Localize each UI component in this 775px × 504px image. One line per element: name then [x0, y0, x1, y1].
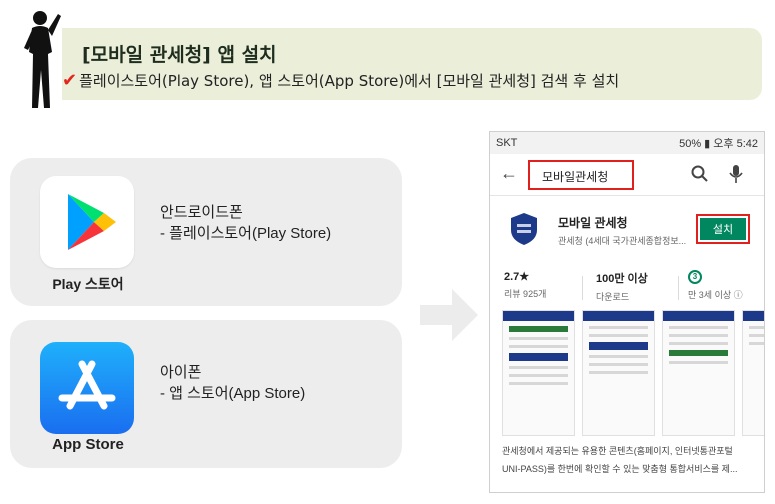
- ios-platform: 아이폰: [160, 364, 202, 381]
- page-subtitle: ✔ 플레이스토어(Play Store), 앱 스토어(App Store)에서 …: [62, 70, 619, 91]
- app-screenshot[interactable]: [662, 310, 735, 436]
- ios-store-line: - 앱 스토어(App Store): [160, 385, 306, 402]
- arrow-right-icon: [420, 289, 478, 341]
- android-instructions: 안드로이드폰 - 플레이스토어(Play Store): [160, 202, 331, 244]
- android-card: Play 스토어 안드로이드폰 - 플레이스토어(Play Store): [10, 158, 402, 306]
- download-label: 다운로드: [596, 292, 630, 302]
- app-store-label: App Store: [52, 436, 124, 453]
- play-store-label: Play 스토어: [52, 276, 124, 292]
- install-button[interactable]: 설치: [700, 218, 746, 240]
- app-screenshot[interactable]: [582, 310, 655, 436]
- mic-icon[interactable]: [728, 164, 744, 184]
- age-stat: 3 만 3세 이상 ⓘ: [688, 270, 764, 301]
- person-silhouette-icon: [24, 11, 61, 108]
- phone-screenshot: SKT 50% ▮ 오후 5:42 ← 모바일관세청 모바일 관세청 관세청 (…: [489, 131, 765, 493]
- app-store-icon: [40, 342, 134, 434]
- app-developer: 관세청 (4세대 국가관세종합정보...: [558, 236, 687, 246]
- page-title: [모바일 관세청] 앱 설치: [82, 44, 277, 66]
- status-bar: SKT 50% ▮ 오후 5:42: [490, 132, 764, 154]
- screenshot-gallery[interactable]: [502, 310, 764, 436]
- app-result-row[interactable]: 모바일 관세청 관세청 (4세대 국가관세종합정보... 설치: [490, 204, 764, 264]
- install-highlight: 설치: [696, 214, 750, 244]
- app-screenshot[interactable]: [502, 310, 575, 436]
- search-icon[interactable]: [690, 164, 710, 184]
- app-description: 관세청에서 제공되는 유용한 콘텐츠(홈페이지, 인터넷통관포털 UNI-PAS…: [502, 442, 756, 478]
- ios-card: App Store 아이폰 - 앱 스토어(App Store): [10, 320, 402, 468]
- app-screenshot[interactable]: [742, 310, 764, 436]
- download-value: 100만 이상: [596, 273, 648, 285]
- check-icon: ✔: [62, 70, 78, 91]
- app-stats: 2.7★ 리뷰 925개 100만 이상 다운로드 3 만 3세 이상 ⓘ: [490, 270, 764, 304]
- play-store-icon: [40, 176, 134, 268]
- age-rating-badge: 3: [688, 270, 702, 284]
- ios-instructions: 아이폰 - 앱 스토어(App Store): [160, 362, 305, 404]
- android-store-line: - 플레이스토어(Play Store): [160, 225, 332, 242]
- stat-divider: [582, 276, 583, 300]
- search-bar: ← 모바일관세청: [490, 154, 764, 196]
- subtitle-text: 플레이스토어(Play Store), 앱 스토어(App Store)에서 […: [79, 72, 620, 90]
- carrier-label: SKT: [496, 137, 518, 149]
- battery-time: 50% ▮ 오후 5:42: [679, 138, 758, 150]
- page-root: [모바일 관세청] 앱 설치 ✔ 플레이스토어(Play Store), 앱 스토…: [0, 0, 775, 504]
- download-stat: 100만 이상 다운로드: [596, 270, 688, 303]
- age-label: 만 3세 이상 ⓘ: [688, 290, 743, 300]
- android-platform: 안드로이드폰: [160, 204, 243, 221]
- stat-divider: [678, 276, 679, 300]
- back-arrow-icon[interactable]: ←: [500, 163, 518, 184]
- customs-logo-icon: [511, 213, 537, 245]
- search-input[interactable]: 모바일관세청: [528, 160, 634, 190]
- description-line: 관세청에서 제공되는 유용한 콘텐츠(홈페이지, 인터넷통관포털: [502, 446, 733, 456]
- description-line: UNI-PASS)를 한번에 확인할 수 있는 맞춤형 통합서비스를 제...: [502, 464, 738, 474]
- app-name: 모바일 관세청: [558, 216, 628, 230]
